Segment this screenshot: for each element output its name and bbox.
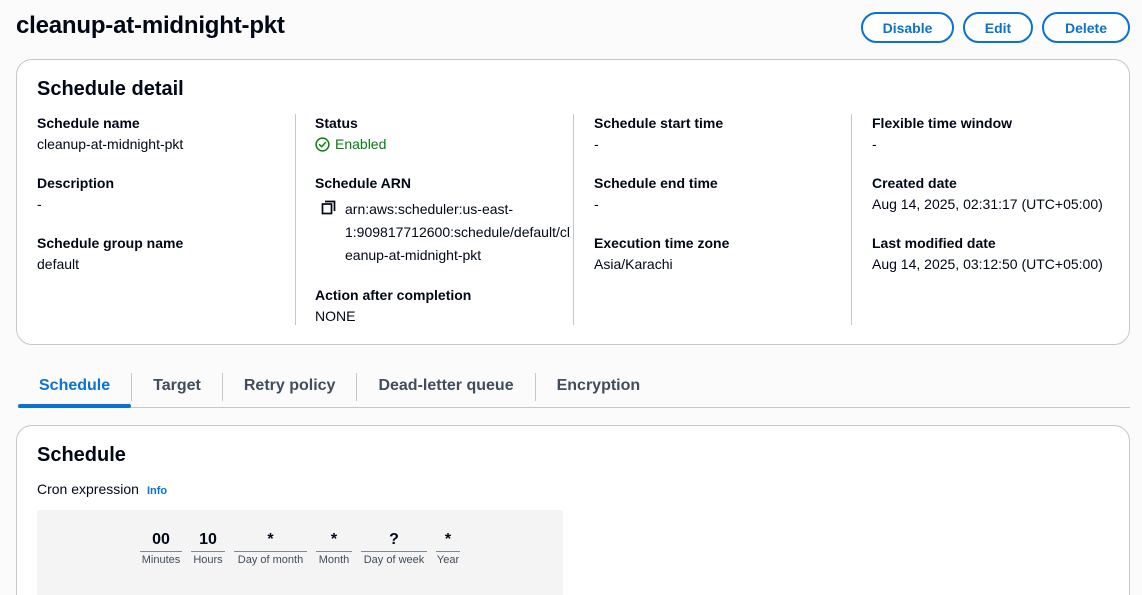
status-label: Status bbox=[315, 115, 358, 131]
schedule-group-label: Schedule group name bbox=[37, 235, 184, 251]
arn-line: eanup-at-midnight-pkt bbox=[345, 247, 482, 263]
column-divider bbox=[851, 114, 852, 325]
end-time-field: Schedule end time - bbox=[594, 174, 718, 214]
time-zone-field: Execution time zone Asia/Karachi bbox=[594, 234, 729, 274]
cron-label: Minutes bbox=[141, 554, 181, 566]
cron-label: Day of week bbox=[363, 554, 425, 566]
status-text: Enabled bbox=[335, 136, 387, 152]
action-label: Action after completion bbox=[315, 287, 472, 303]
created-date-field: Created date Aug 14, 2025, 02:31:17 (UTC… bbox=[872, 174, 1103, 214]
schedule-name-value: cleanup-at-midnight-pkt bbox=[37, 136, 184, 152]
cron-label: Day of month bbox=[237, 554, 304, 566]
cron-value: * bbox=[234, 530, 307, 552]
schedule-card: Schedule Cron expression Info 00 Minutes… bbox=[16, 425, 1130, 595]
check-circle-icon bbox=[315, 136, 330, 152]
end-time-value: - bbox=[594, 196, 599, 212]
arn-line: arn:aws:scheduler:us-east- bbox=[345, 201, 514, 217]
tab-schedule[interactable]: Schedule bbox=[18, 366, 132, 408]
cron-expression-label-row: Cron expression Info bbox=[37, 481, 167, 497]
schedule-detail-card: Schedule detail Schedule name cleanup-at… bbox=[16, 59, 1130, 345]
cron-field-hours: 10 Hours bbox=[191, 530, 225, 566]
modified-date-field: Last modified date Aug 14, 2025, 03:12:5… bbox=[872, 234, 1103, 274]
flexible-window-value: - bbox=[872, 136, 877, 152]
schedule-title: Schedule bbox=[37, 444, 126, 466]
cron-value: 00 bbox=[140, 530, 182, 552]
description-label: Description bbox=[37, 175, 115, 191]
info-link[interactable]: Info bbox=[147, 485, 167, 497]
tab-dead-letter-queue[interactable]: Dead-letter queue bbox=[357, 366, 534, 406]
arn-line: 1:909817712600:schedule/default/cl bbox=[345, 224, 570, 240]
action-after-completion-field: Action after completion NONE bbox=[315, 286, 471, 326]
start-time-field: Schedule start time - bbox=[594, 114, 723, 154]
schedule-name-field: Schedule name cleanup-at-midnight-pkt bbox=[37, 114, 183, 154]
disable-button[interactable]: Disable bbox=[861, 12, 954, 43]
created-date-label: Created date bbox=[872, 175, 957, 191]
cron-value: * bbox=[436, 530, 460, 552]
cron-field-year: * Year bbox=[436, 530, 460, 566]
action-value: NONE bbox=[315, 308, 356, 324]
cron-field-minutes: 00 Minutes bbox=[140, 530, 182, 566]
cron-field-month: * Month bbox=[316, 530, 352, 566]
description-value: - bbox=[37, 196, 42, 212]
flexible-window-label: Flexible time window bbox=[872, 115, 1013, 131]
copy-icon[interactable] bbox=[320, 198, 338, 216]
tab-encryption[interactable]: Encryption bbox=[536, 366, 662, 406]
modified-date-label: Last modified date bbox=[872, 235, 996, 251]
cron-value: 10 bbox=[191, 530, 225, 552]
created-date-value: Aug 14, 2025, 02:31:17 (UTC+05:00) bbox=[872, 196, 1103, 212]
modified-date-value: Aug 14, 2025, 03:12:50 (UTC+05:00) bbox=[872, 256, 1103, 272]
schedule-group-value: default bbox=[37, 256, 80, 272]
status-field: Status Enabled bbox=[315, 114, 386, 154]
arn-wrap: arn:aws:scheduler:us-east- 1:90981771260… bbox=[315, 198, 583, 267]
cron-label: Year bbox=[436, 554, 460, 566]
start-time-label: Schedule start time bbox=[594, 115, 724, 131]
detail-tabs: Schedule Target Retry policy Dead-letter… bbox=[18, 366, 1130, 408]
status-value: Enabled bbox=[315, 134, 386, 154]
schedule-arn-value: arn:aws:scheduler:us-east- 1:90981771260… bbox=[345, 198, 583, 267]
start-time-value: - bbox=[594, 136, 599, 152]
end-time-label: Schedule end time bbox=[594, 175, 718, 191]
delete-button[interactable]: Delete bbox=[1042, 12, 1130, 43]
column-divider bbox=[295, 114, 296, 325]
tab-retry-policy[interactable]: Retry policy bbox=[223, 366, 357, 406]
cron-label: Hours bbox=[193, 554, 223, 566]
schedule-detail-title: Schedule detail bbox=[37, 78, 184, 100]
cron-label: Month bbox=[318, 554, 350, 566]
description-field: Description - bbox=[37, 174, 114, 214]
edit-button[interactable]: Edit bbox=[963, 12, 1033, 43]
flexible-window-field: Flexible time window - bbox=[872, 114, 1012, 154]
time-zone-label: Execution time zone bbox=[594, 235, 730, 251]
page-title: cleanup-at-midnight-pkt bbox=[16, 12, 285, 39]
schedule-group-field: Schedule group name default bbox=[37, 234, 183, 274]
schedule-arn-field: Schedule ARN arn:aws:scheduler:us-east- … bbox=[315, 174, 583, 267]
schedule-arn-label: Schedule ARN bbox=[315, 175, 411, 191]
cron-field-day-of-week: ? Day of week bbox=[361, 530, 427, 566]
column-divider bbox=[573, 114, 574, 325]
cron-value: * bbox=[316, 530, 352, 552]
cron-expression-box: 00 Minutes 10 Hours * Day of month * Mon… bbox=[37, 510, 563, 595]
tab-target[interactable]: Target bbox=[132, 366, 222, 406]
cron-value: ? bbox=[361, 530, 427, 552]
cron-field-day-of-month: * Day of month bbox=[234, 530, 307, 566]
header-actions: Disable Edit Delete bbox=[861, 12, 1130, 43]
cron-expression-label: Cron expression bbox=[37, 481, 139, 497]
time-zone-value: Asia/Karachi bbox=[594, 256, 673, 272]
schedule-name-label: Schedule name bbox=[37, 115, 140, 131]
